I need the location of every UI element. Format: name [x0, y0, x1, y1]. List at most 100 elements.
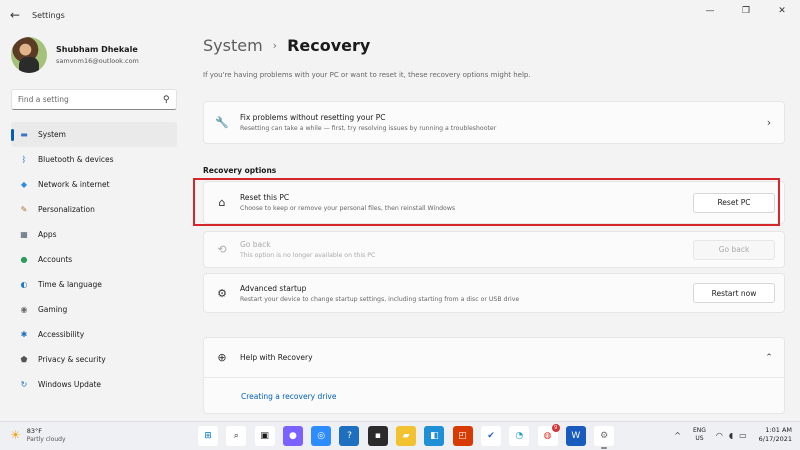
clock-date: 6/17/2021 — [758, 435, 792, 443]
apps-icon: ▦ — [20, 230, 28, 239]
volume-icon[interactable]: ◖ — [729, 431, 733, 440]
brush-icon: ✎ — [20, 205, 28, 214]
notification-badge: 9 — [551, 424, 560, 432]
sidebar-item-gaming[interactable]: ◉ Gaming — [11, 297, 177, 322]
option-card-go-back: ⟲ Go back This option is no longer availab… — [203, 231, 785, 268]
fix-problems-title: Fix problems without resetting your PC — [240, 113, 386, 122]
weather-temp: 83°F — [26, 427, 43, 435]
sidebar-item-network-internet[interactable]: ◆ Network & internet — [11, 172, 177, 197]
task-view-icon[interactable]: ▣ — [254, 426, 275, 446]
chrome-icon[interactable]: ◍ 9 — [537, 424, 560, 446]
sidebar-item-time-language[interactable]: ◐ Time & language — [11, 272, 177, 297]
sidebar-item-accounts[interactable]: ● Accounts — [11, 247, 177, 272]
minimize-icon[interactable]: — — [692, 0, 728, 22]
sidebar-item-label: Gaming — [38, 305, 68, 314]
recovery-drive-link[interactable]: Creating a recovery drive — [241, 392, 336, 401]
globe-icon: ⊕ — [217, 351, 227, 364]
profile-email: samvnm16@outlook.com — [56, 57, 139, 65]
page-title: Recovery — [287, 36, 371, 55]
option-description: This option is no longer available on th… — [240, 252, 376, 259]
sidebar-nav: ▬ System ᛒ Bluetooth & devices ◆ Network & in… — [11, 122, 177, 397]
settings-icon[interactable]: ⚙ — [594, 426, 615, 449]
sidebar-item-label: Accessibility — [38, 330, 85, 339]
wifi-icon[interactable]: ◠ — [716, 431, 723, 440]
restart-now-button[interactable]: Restart now — [693, 283, 775, 303]
todo-icon[interactable]: ✔ — [480, 426, 501, 446]
terminal-icon[interactable]: ▪ — [367, 426, 388, 446]
window-title: Settings — [32, 10, 65, 20]
office-icon[interactable]: ◰ — [452, 426, 473, 446]
close-icon[interactable]: ✕ — [764, 0, 800, 22]
battery-icon[interactable]: ▭ — [739, 431, 747, 440]
sidebar-item-windows-update[interactable]: ↻ Windows Update — [11, 372, 177, 397]
breadcrumb-parent[interactable]: System — [203, 36, 263, 55]
word-icon[interactable]: W — [565, 426, 586, 446]
clock-time: 1:01 AM — [765, 426, 792, 434]
sidebar-item-label: Accounts — [38, 255, 73, 264]
edge-icon[interactable]: ◔ — [509, 426, 530, 446]
profile-name: Shubham Dhekale — [56, 45, 138, 54]
red-highlight-box — [193, 178, 780, 226]
system-tray: ^ ENG US ◠ ◖ ▭ 1:01 AM 6/17/2021 — [674, 426, 792, 444]
sidebar-item-accessibility[interactable]: ✱ Accessibility — [11, 322, 177, 347]
search-placeholder: Find a setting — [18, 95, 69, 104]
tray-chevron-icon[interactable]: ^ — [674, 431, 681, 440]
sidebar-item-label: Time & language — [38, 280, 102, 289]
fix-problems-card[interactable]: 🔧 Fix problems without resetting your PC… — [203, 101, 785, 144]
history-icon: ⟲ — [217, 243, 227, 256]
sidebar-item-personalization[interactable]: ✎ Personalization — [11, 197, 177, 222]
sidebar-item-label: Privacy & security — [38, 355, 106, 364]
section-title: Recovery options — [203, 166, 277, 175]
help-icon[interactable]: ? — [339, 426, 360, 446]
back-arrow-icon[interactable]: ← — [0, 0, 30, 30]
weather-desc: Partly cloudy — [26, 436, 66, 443]
sidebar-item-label: Network & internet — [38, 180, 110, 189]
sidebar-item-label: System — [38, 130, 66, 139]
user-profile[interactable]: Shubham Dhekale samvnm16@outlook.com — [11, 37, 139, 73]
help-header[interactable]: ⊕ Help with Recovery ⌃ — [204, 338, 784, 378]
avatar — [11, 37, 47, 73]
chevron-up-icon[interactable]: ⌃ — [754, 353, 784, 363]
advanced-startup-icon: ⚙ — [217, 286, 227, 300]
search-icon[interactable]: ⌕ — [226, 426, 247, 446]
store-icon[interactable]: ◧ — [424, 426, 445, 446]
option-card-advanced-startup: ⚙ Advanced startup Restart your device to … — [203, 273, 785, 313]
taskbar: ☀ 83°F Partly cloudy ⊞ ⌕ ▣ ● ◎? ▪ ▰ ◧ ◰ ✔ ◔ ◍ 9 W ⚙ ^ … — [0, 421, 800, 450]
partly-cloudy-icon: ☀ — [10, 428, 21, 442]
search-icon[interactable]: ⚲ — [163, 95, 170, 105]
sidebar-item-label: Personalization — [38, 205, 95, 214]
system-icon: ▬ — [20, 130, 28, 139]
sidebar-item-label: Apps — [38, 230, 57, 239]
option-title: Go back — [240, 240, 271, 249]
sidebar-item-system[interactable]: ▬ System — [11, 122, 177, 147]
zoom-icon[interactable]: ◎ — [311, 426, 332, 446]
go-back-button: Go back — [693, 239, 775, 260]
chat-icon[interactable]: ● — [282, 426, 303, 446]
sidebar-item-privacy-security[interactable]: ⬟ Privacy & security — [11, 347, 177, 372]
option-title: Advanced startup — [240, 283, 307, 293]
gaming-icon: ◉ — [20, 305, 28, 314]
sidebar-item-label: Windows Update — [38, 380, 102, 389]
clock[interactable]: 1:01 AM 6/17/2021 — [759, 426, 792, 444]
breadcrumb-separator-icon: › — [272, 39, 278, 52]
option-description: Restart your device to change startup se… — [240, 295, 520, 303]
region-code: US — [695, 435, 704, 442]
bluetooth-icon: ᛒ — [21, 155, 27, 164]
file-explorer-icon[interactable]: ▰ — [396, 426, 417, 446]
maximize-icon[interactable]: ❐ — [728, 0, 764, 22]
sidebar-item-bluetooth-devices[interactable]: ᛒ Bluetooth & devices — [11, 147, 177, 172]
accounts-icon: ● — [20, 255, 28, 264]
breadcrumb: System › Recovery — [203, 36, 370, 55]
update-icon: ↻ — [20, 380, 28, 389]
sidebar-item-apps[interactable]: ▦ Apps — [11, 222, 177, 247]
start-icon[interactable]: ⊞ — [198, 426, 218, 446]
lang-code: ENG — [692, 427, 706, 434]
help-card: ⊕ Help with Recovery ⌃ Creating a recove… — [203, 337, 785, 414]
accessibility-icon: ✱ — [20, 330, 28, 339]
language-indicator[interactable]: ENG US — [693, 427, 706, 443]
window-controls: — ❐ ✕ — [692, 0, 800, 22]
weather-widget[interactable]: ☀ 83°F Partly cloudy — [10, 427, 66, 443]
sidebar-item-label: Bluetooth & devices — [38, 155, 114, 164]
search-input[interactable]: Find a setting ⚲ — [11, 89, 177, 110]
wifi-icon: ◆ — [20, 180, 28, 189]
